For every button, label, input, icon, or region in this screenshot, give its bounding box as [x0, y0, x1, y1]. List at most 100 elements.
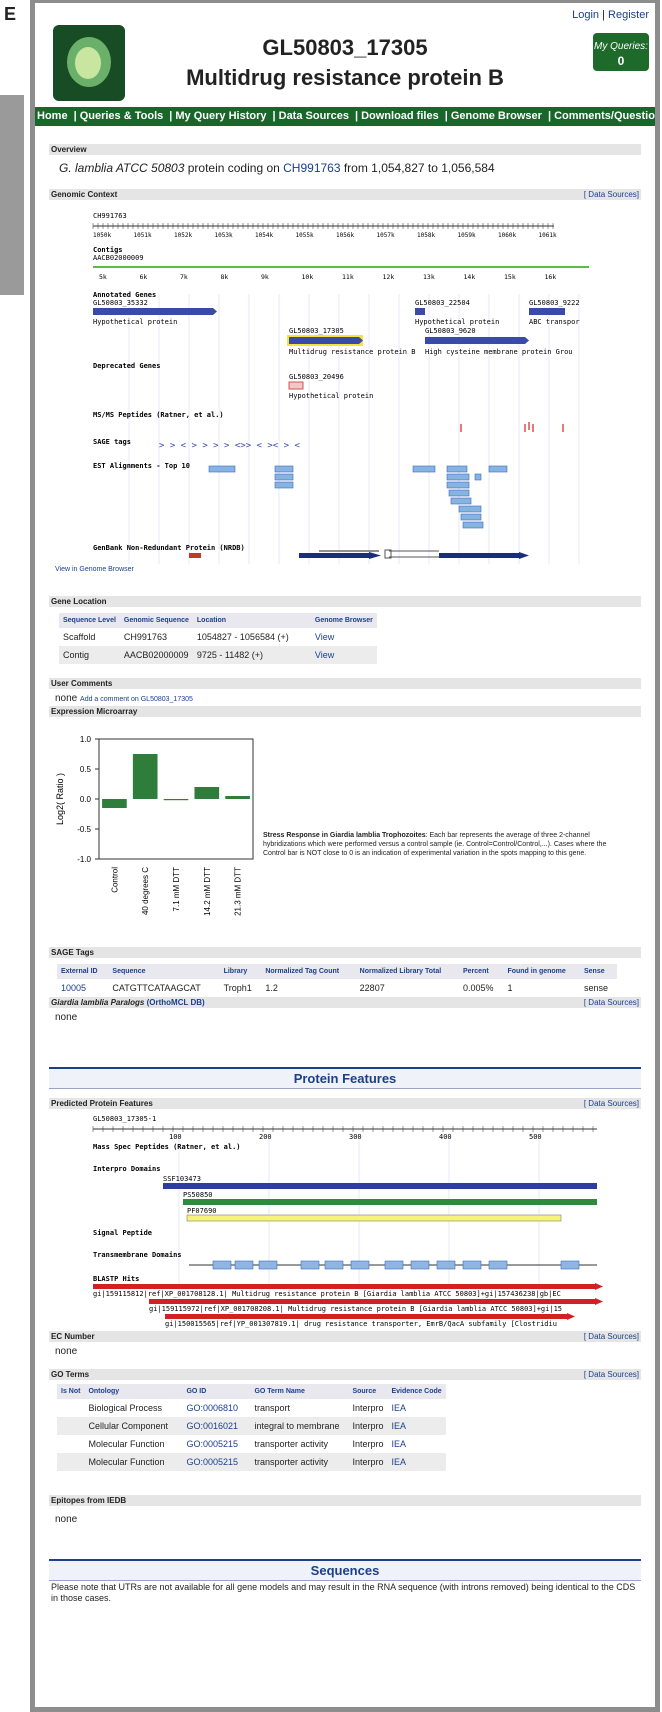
go-id-link[interactable]: GO:0005215: [182, 1435, 250, 1453]
data-sources-link[interactable]: [ Data Sources]: [584, 1331, 639, 1342]
x-tick-label: Control: [110, 867, 119, 893]
table-header-row: External ID Sequence Library Normalized …: [57, 964, 617, 979]
x-tick-label: 7.1 mM DTT: [172, 867, 181, 912]
go-id-link[interactable]: GO:0005215: [182, 1453, 251, 1471]
gene-location-header: Gene Location: [49, 596, 641, 607]
nav-queries-tools[interactable]: Queries & Tools: [80, 110, 164, 122]
x-tick-label: 40 degrees C: [141, 867, 150, 915]
nav-my-query-history[interactable]: My Query History: [175, 110, 266, 122]
register-link[interactable]: Register: [608, 9, 649, 21]
view-in-genome-browser-link[interactable]: View in Genome Browser: [55, 566, 134, 573]
ec-number-none: none: [55, 1346, 78, 1357]
transmembrane-label: Transmembrane Domains: [93, 1251, 182, 1259]
my-queries-button[interactable]: My Queries: 0: [593, 33, 649, 71]
nav-genome-browser[interactable]: Genome Browser: [451, 110, 542, 122]
protein-features-band: Protein Features: [49, 1067, 641, 1089]
nav-download-files[interactable]: Download files: [361, 110, 439, 122]
cell-sense: sense: [583, 983, 609, 993]
blast-hit-1[interactable]: gi|159115812|ref|XP_001708128.1| Multidr…: [93, 1290, 561, 1298]
cell-term-name: transporter activity: [250, 1453, 349, 1471]
overview-text-2: from 1,054,827 to 1,056,584: [340, 161, 495, 175]
contig-name: AACB02000009: [93, 254, 144, 262]
cell-is-not: [57, 1435, 84, 1453]
view-link[interactable]: View: [310, 646, 377, 664]
go-terms-title: GO Terms: [51, 1370, 90, 1379]
epitopes-none: none: [55, 1514, 78, 1525]
data-sources-link[interactable]: [ Data Sources]: [584, 997, 639, 1008]
col-norm-tag-count: Normalized Tag Count: [261, 964, 356, 979]
go-id-link[interactable]: GO:0016021: [182, 1417, 251, 1435]
deprecated-gene-id[interactable]: GL50803_20496: [289, 373, 344, 381]
genomic-context-title: Genomic Context: [51, 190, 118, 199]
contig-link[interactable]: CH991763: [283, 161, 340, 175]
evidence-code-link[interactable]: IEA: [387, 1435, 445, 1453]
gene-35332-id[interactable]: GL50803_35332: [93, 299, 148, 307]
login-link[interactable]: Login: [572, 9, 599, 21]
ec-number-title: EC Number: [51, 1332, 95, 1341]
table-row: Scaffold CH991763 1054827 - 1056584 (+) …: [59, 628, 377, 646]
evidence-code-link[interactable]: IEA: [387, 1417, 446, 1435]
description-title: Stress Response in Giardia lamblia Troph…: [263, 832, 426, 839]
bar: [102, 799, 127, 808]
gene-9620-id[interactable]: GL50803_9620: [425, 327, 476, 335]
view-link[interactable]: View: [311, 628, 377, 646]
sage-id-link[interactable]: 10005: [57, 979, 108, 997]
gene-9222-id[interactable]: GL50803_9222: [529, 299, 580, 307]
login-links: Login | Register: [572, 9, 649, 21]
cell-ontology: Molecular Function: [84, 1453, 183, 1471]
cell-level: Contig: [59, 646, 120, 664]
bar: [225, 796, 250, 799]
nav-home[interactable]: Home: [37, 110, 68, 122]
y-axis-label: Log2( Ratio ): [55, 773, 65, 825]
cell-level: Scaffold: [63, 632, 96, 642]
orthomcl-link[interactable]: (OrthoMCL DB): [147, 998, 205, 1007]
overview-header: Overview: [49, 144, 641, 155]
cell-tag-count: 1.2: [265, 983, 278, 993]
nav-comments[interactable]: Comments/Questions?: [554, 110, 655, 122]
go-id-link[interactable]: GO:0006810: [182, 1399, 250, 1417]
gene-17305-id[interactable]: GL50803_17305: [289, 327, 344, 335]
evidence-code-link[interactable]: IEA: [387, 1399, 445, 1417]
microarray-title: Expression Microarray: [51, 707, 138, 716]
add-comment-link[interactable]: Add a comment on GL50803_17305: [80, 696, 193, 703]
sage-tags-table: External ID Sequence Library Normalized …: [57, 964, 617, 997]
paralogs-header: Giardia lamblia Paralogs (OrthoMCL DB) […: [49, 997, 641, 1008]
sequences-band: Sequences: [49, 1559, 641, 1581]
cell-source: Interpro: [352, 1439, 384, 1449]
contigs-label: Contigs: [93, 246, 123, 254]
protein-scale-label: 400: [439, 1133, 452, 1141]
data-sources-link[interactable]: [ Data Sources]: [584, 189, 639, 200]
scale-label: 1051k: [134, 232, 152, 239]
gene-22504-id[interactable]: GL50803_22504: [415, 299, 470, 307]
blast-hit-2[interactable]: gi|159115972|ref|XP_001708208.1| Multidr…: [149, 1305, 562, 1313]
domain-pf07690: PF07690: [187, 1207, 217, 1215]
scale-label: 1053k: [215, 232, 233, 239]
go-terms-header: GO Terms [ Data Sources]: [49, 1369, 641, 1380]
ec-number-header: EC Number [ Data Sources]: [49, 1331, 641, 1342]
data-sources-link[interactable]: [ Data Sources]: [584, 1098, 639, 1109]
gene-id-title: GL50803_17305: [262, 35, 428, 60]
cell-source: Interpro: [348, 1417, 388, 1435]
blast-hit-3[interactable]: gi|150015565|ref|YP_001307819.1| drug re…: [165, 1320, 557, 1328]
page-header: GL50803_17305 Multidrug resistance prote…: [35, 3, 655, 107]
evidence-code-link[interactable]: IEA: [387, 1453, 446, 1471]
cell-ontology: Cellular Component: [84, 1417, 183, 1435]
main-nav: Home | Queries & Tools | My Query History |…: [35, 107, 655, 126]
nav-data-sources[interactable]: Data Sources: [279, 110, 349, 122]
contig-scale-label: 11k: [342, 273, 354, 281]
protein-features-image[interactable]: GL50803_17305-1 100 200 300 400 500 Mass Spe…: [89, 1109, 641, 1331]
genbank-label: GenBank Non-Redundant Protein (NRDB): [93, 544, 245, 552]
deprecated-genes-label: Deprecated Genes: [93, 362, 160, 370]
gene-9620-desc: High cysteine membrane protein Grou: [425, 348, 573, 356]
blastp-label: BLASTP Hits: [93, 1275, 139, 1283]
chrom-label: CH991763: [93, 212, 127, 220]
y-tick-label: 0.5: [80, 765, 92, 774]
cell-ontology: Molecular Function: [88, 1439, 165, 1449]
data-sources-link[interactable]: [ Data Sources]: [584, 1369, 639, 1380]
cell-ontology: Biological Process: [88, 1403, 162, 1413]
sage-tags-label: SAGE tags: [93, 438, 131, 446]
cell-sequence: CH991763: [123, 632, 167, 642]
scale-label: 1061k: [539, 232, 557, 239]
gene-17305-desc: Multidrug resistance protein B: [289, 348, 415, 356]
genome-browser-image[interactable]: CH991763 1050k 1051k 1052k 1053k 1054k 1055k 1…: [55, 204, 645, 574]
